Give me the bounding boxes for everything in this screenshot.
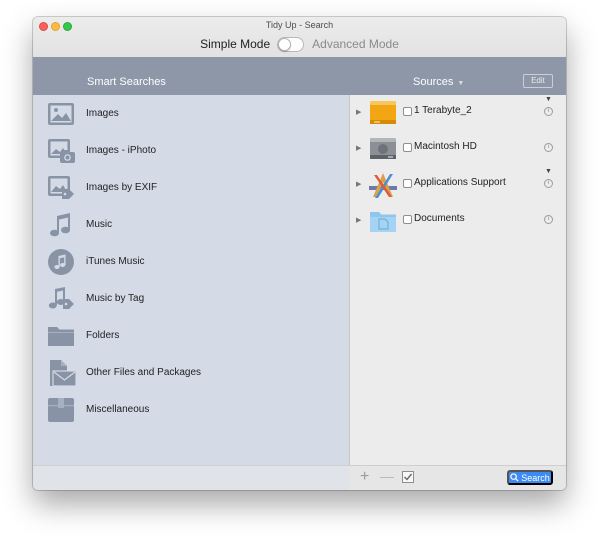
edit-button[interactable]: Edit bbox=[523, 74, 553, 88]
advanced-mode-label[interactable]: Advanced Mode bbox=[312, 37, 399, 51]
mode-toggle[interactable] bbox=[277, 36, 305, 52]
source-label: Documents bbox=[414, 213, 465, 224]
bottom-toolbar: + — Search bbox=[33, 465, 566, 490]
smart-searches-list: Images Images - iPhoto Images by EXIF Mu… bbox=[33, 95, 349, 465]
source-checkbox[interactable] bbox=[403, 143, 412, 152]
smart-search-images-iphoto[interactable]: Images - iPhoto bbox=[33, 132, 349, 169]
music-tag-icon bbox=[48, 286, 74, 309]
bottom-left-area bbox=[33, 466, 349, 490]
chevron-down-icon[interactable]: ▼ bbox=[545, 96, 552, 103]
smart-search-label: Images - iPhoto bbox=[86, 145, 157, 156]
smart-search-label: iTunes Music bbox=[86, 256, 145, 267]
checkmark-icon bbox=[404, 473, 413, 481]
smart-search-music[interactable]: Music bbox=[33, 206, 349, 243]
smart-search-label: Images bbox=[86, 108, 119, 119]
sources-list: ▶ 1 Terabyte_2 ▼ i ▶ Macintosh HD i ▶ Ap… bbox=[349, 95, 566, 465]
source-row[interactable]: ▶ Documents i bbox=[350, 203, 566, 239]
source-label: Macintosh HD bbox=[414, 141, 477, 152]
disclosure-triangle-icon[interactable]: ▶ bbox=[356, 180, 361, 188]
source-label: Applications Support bbox=[414, 177, 506, 188]
smart-search-images-by-exif[interactable]: Images by EXIF bbox=[33, 169, 349, 206]
smart-search-label: Images by EXIF bbox=[86, 182, 158, 193]
image-icon bbox=[48, 102, 74, 125]
disclosure-triangle-icon[interactable]: ▶ bbox=[356, 216, 361, 224]
smart-search-label: Music bbox=[86, 219, 113, 230]
info-icon[interactable]: i bbox=[544, 179, 553, 188]
info-icon[interactable]: i bbox=[544, 215, 553, 224]
window-title: Tidy Up - Search bbox=[265, 20, 334, 30]
itunes-icon bbox=[48, 248, 74, 275]
sources-heading: Sources bbox=[413, 76, 454, 88]
smart-search-itunes-music[interactable]: iTunes Music bbox=[33, 243, 349, 280]
source-label: 1 Terabyte_2 bbox=[414, 105, 472, 116]
header-band: Smart Searches Sources ▼ Edit bbox=[33, 57, 566, 95]
mode-switcher: Simple Mode Advanced Mode bbox=[33, 35, 566, 53]
smart-search-folders[interactable]: Folders bbox=[33, 317, 349, 354]
chevron-down-icon[interactable]: ▼ bbox=[545, 168, 552, 175]
external-drive-icon bbox=[370, 101, 396, 124]
internal-drive-icon bbox=[370, 138, 396, 159]
info-icon[interactable]: i bbox=[544, 143, 553, 152]
source-checkbox[interactable] bbox=[403, 215, 412, 224]
smart-search-label: Other Files and Packages bbox=[86, 367, 202, 378]
sources-menu[interactable]: Sources ▼ bbox=[413, 76, 464, 88]
smart-searches-heading: Smart Searches bbox=[87, 76, 166, 88]
title-bar: Tidy Up - Search Simple Mode Advanced Mo… bbox=[33, 17, 566, 57]
select-all-checkbox[interactable] bbox=[402, 471, 414, 483]
source-checkbox[interactable] bbox=[403, 179, 412, 188]
search-button[interactable]: Search bbox=[507, 470, 553, 485]
folder-icon bbox=[48, 326, 74, 346]
smart-search-other-files[interactable]: Other Files and Packages bbox=[33, 354, 349, 391]
simple-mode-label[interactable]: Simple Mode bbox=[200, 37, 270, 51]
source-row[interactable]: ▶ Applications Support ▼ i bbox=[350, 167, 566, 203]
documents-folder-icon bbox=[370, 212, 396, 232]
exif-icon bbox=[48, 175, 74, 199]
remove-source-button[interactable]: — bbox=[380, 468, 394, 484]
music-note-icon bbox=[50, 212, 70, 236]
mode-toggle-knob bbox=[278, 37, 292, 51]
source-row[interactable]: ▶ Macintosh HD i bbox=[350, 131, 566, 167]
source-row[interactable]: ▶ 1 Terabyte_2 ▼ i bbox=[350, 95, 566, 131]
smart-search-images[interactable]: Images bbox=[33, 95, 349, 132]
source-checkbox[interactable] bbox=[403, 107, 412, 116]
smart-search-label: Miscellaneous bbox=[86, 404, 150, 415]
app-window: Tidy Up - Search Simple Mode Advanced Mo… bbox=[33, 17, 566, 490]
search-icon bbox=[510, 473, 519, 482]
search-button-label: Search bbox=[521, 472, 550, 483]
smart-search-label: Folders bbox=[86, 330, 120, 341]
disclosure-triangle-icon[interactable]: ▶ bbox=[356, 108, 361, 116]
smart-search-miscellaneous[interactable]: Miscellaneous bbox=[33, 391, 349, 428]
smart-search-music-by-tag[interactable]: Music by Tag bbox=[33, 280, 349, 317]
chevron-down-icon: ▼ bbox=[457, 80, 465, 87]
disclosure-triangle-icon[interactable]: ▶ bbox=[356, 144, 361, 152]
box-icon bbox=[48, 397, 74, 422]
document-icon bbox=[50, 359, 76, 387]
iphoto-icon bbox=[48, 138, 75, 163]
info-icon[interactable]: i bbox=[544, 107, 553, 116]
applications-icon bbox=[369, 173, 397, 198]
smart-search-label: Music by Tag bbox=[86, 293, 145, 304]
add-source-button[interactable]: + bbox=[360, 468, 369, 486]
